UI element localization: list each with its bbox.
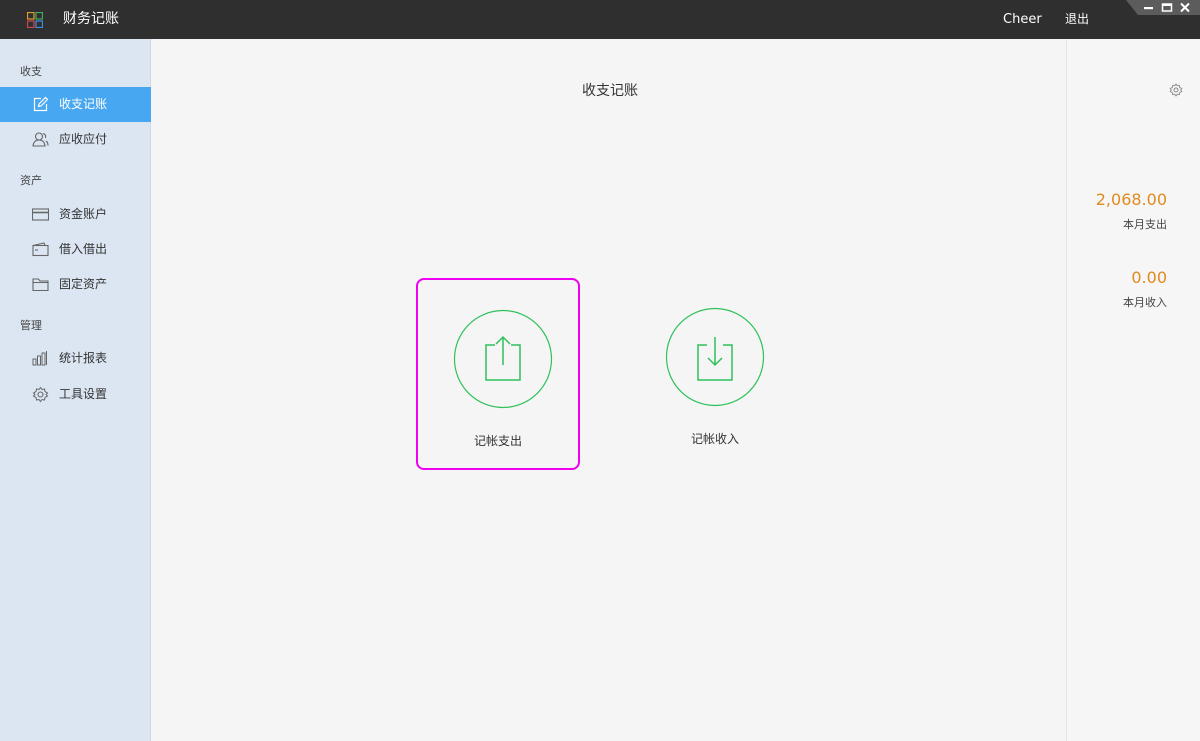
sidebar-item-label: 统计报表: [59, 351, 108, 365]
settings-gear-icon[interactable]: [1169, 83, 1183, 97]
user-name[interactable]: Cheer: [1003, 11, 1042, 28]
record-income-button[interactable]: 记帐收入: [633, 278, 797, 470]
sidebar-item-fixed-assets[interactable]: 固定资产: [0, 267, 151, 302]
maximize-icon[interactable]: [1160, 2, 1174, 13]
monthly-income-value: 0.00: [1131, 268, 1167, 287]
monthly-expense-label: 本月支出: [1123, 218, 1167, 231]
download-icon: [665, 307, 765, 407]
gear-icon: [32, 386, 49, 403]
upload-icon: [453, 309, 553, 409]
close-icon[interactable]: [1178, 2, 1192, 13]
sidebar-item-label: 固定资产: [59, 277, 108, 291]
sidebar-item-income-expense[interactable]: 收支记账: [0, 87, 151, 122]
logout-link[interactable]: 退出: [1065, 11, 1089, 28]
app-title: 财务记账: [63, 11, 119, 27]
record-income-label: 记帐收入: [690, 432, 739, 446]
record-expense-button[interactable]: 记帐支出: [416, 278, 580, 470]
sidebar-item-label: 收支记账: [59, 97, 108, 111]
sidebar-item-receivables[interactable]: 应收应付: [0, 122, 151, 157]
sidebar-item-borrow-lend[interactable]: 借入借出: [0, 232, 151, 267]
sidebar-item-label: 工具设置: [59, 387, 108, 401]
section-label-management: 管理: [20, 319, 42, 332]
sidebar-item-label: 应收应付: [59, 132, 108, 146]
contacts-icon: [32, 132, 49, 147]
wallet-icon: [32, 242, 49, 257]
app-logo-icon: [27, 12, 43, 28]
sidebar-item-label: 资金账户: [59, 207, 108, 221]
section-label-income-expense: 收支: [20, 65, 42, 78]
bar-chart-icon: [32, 351, 47, 366]
sidebar-item-fund-accounts[interactable]: 资金账户: [0, 197, 151, 232]
record-expense-label: 记帐支出: [473, 434, 522, 448]
summary-panel: [1066, 39, 1200, 741]
sidebar-item-tool-settings[interactable]: 工具设置: [0, 377, 151, 412]
section-label-assets: 资产: [20, 174, 42, 187]
monthly-income-label: 本月收入: [1123, 296, 1167, 309]
monthly-expense-value: 2,068.00: [1095, 190, 1167, 209]
page-title: 收支记账: [582, 83, 638, 99]
folder-icon: [32, 278, 49, 292]
sidebar-item-label: 借入借出: [59, 242, 108, 256]
edit-icon: [33, 96, 49, 112]
title-bar: 财务记账 Cheer 退出: [0, 0, 1200, 39]
sidebar-item-reports[interactable]: 统计报表: [0, 341, 151, 376]
card-icon: [32, 208, 49, 221]
minimize-icon[interactable]: [1142, 2, 1156, 13]
